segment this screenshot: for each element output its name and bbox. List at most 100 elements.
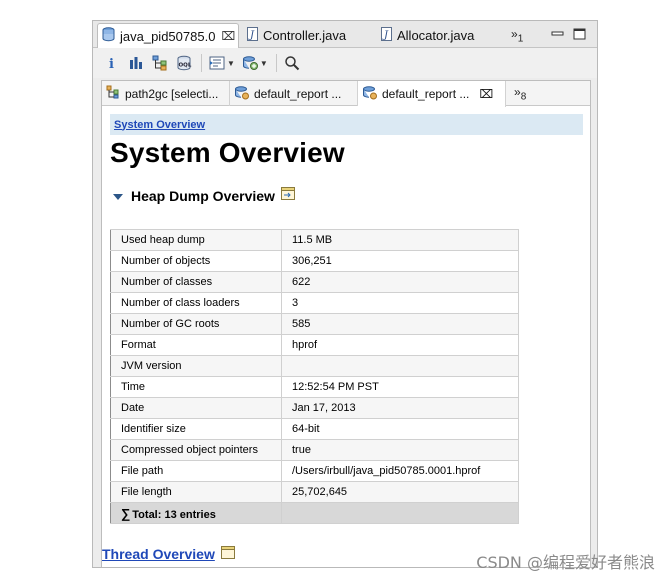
report-icon — [234, 85, 249, 103]
editor-tab-label: Allocator.java — [397, 28, 475, 43]
report-tab-default-report-2[interactable]: default_report ... ⌧ — [358, 81, 506, 107]
close-icon[interactable]: ⌧ — [479, 87, 493, 101]
histogram-icon[interactable] — [127, 54, 145, 72]
table-cell-key: Compressed object pointers — [110, 439, 282, 461]
table-cell-value: 622 — [281, 271, 519, 293]
run-report-icon[interactable] — [208, 54, 226, 72]
report-pane: path2gc [selecti... default_report ... d… — [101, 80, 591, 567]
editor-tab-label: Controller.java — [263, 28, 347, 43]
table-row[interactable]: Number of objects 306,251 — [110, 250, 519, 272]
section-title: Heap Dump Overview — [131, 188, 275, 204]
table-cell-key: File length — [110, 481, 282, 503]
table-cell-value: 12:52:54 PM PST — [281, 376, 519, 398]
table-row[interactable]: Date Jan 17, 2013 — [110, 397, 519, 419]
svg-text:OQL: OQL — [179, 63, 192, 69]
table-cell-key: Number of objects — [110, 250, 282, 272]
expand-triangle-icon[interactable] — [113, 194, 123, 200]
table-row[interactable]: Time 12:52:54 PM PST — [110, 376, 519, 398]
query-browser-icon[interactable] — [241, 54, 259, 72]
table-cell-value: 306,251 — [281, 250, 519, 272]
report-tab-bar: path2gc [selecti... default_report ... d… — [102, 81, 590, 107]
table-cell-value: Jan 17, 2013 — [281, 397, 519, 419]
open-in-tab-icon[interactable] — [220, 546, 235, 562]
report-tab-path2gc[interactable]: path2gc [selecti... — [102, 81, 230, 106]
table-cell-key: JVM version — [110, 355, 282, 377]
table-row[interactable]: Compressed object pointers true — [110, 439, 519, 461]
breadcrumb-link-system-overview[interactable]: System Overview — [114, 119, 205, 131]
report-tab-default-report-1[interactable]: default_report ... — [230, 81, 358, 106]
search-icon[interactable] — [283, 54, 301, 72]
report-content: System Overview System Overview Heap Dum… — [102, 107, 590, 567]
editor-tab-bar: java_pid50785.0 ⌧ J Controller.java J Al… — [93, 21, 597, 48]
svg-text:i: i — [109, 57, 114, 71]
section-title: Thread Overview — [102, 546, 215, 562]
sigma-icon: ∑ — [121, 505, 131, 521]
overflow-chevron-icon: » — [514, 85, 521, 99]
report-tab-label: default_report ... — [382, 87, 470, 101]
table-cell-value: 64-bit — [281, 418, 519, 440]
table-total-cell: ∑ Total: 13 entries — [110, 502, 282, 524]
table-cell-value: hprof — [281, 334, 519, 356]
table-cell-key: Date — [110, 397, 282, 419]
java-file-icon: J — [381, 27, 392, 44]
table-row[interactable]: Identifier size 64-bit — [110, 418, 519, 440]
table-row[interactable]: Format hprof — [110, 334, 519, 356]
overflow-count: 8 — [520, 91, 527, 103]
table-row[interactable]: JVM version — [110, 355, 519, 377]
oql-icon[interactable]: OQL — [175, 54, 193, 72]
open-in-tab-icon[interactable] — [280, 187, 295, 205]
table-cell-key: File path — [110, 460, 282, 482]
table-cell-key: Number of GC roots — [110, 313, 282, 335]
table-row[interactable]: Number of class loaders 3 — [110, 292, 519, 314]
chevron-down-icon[interactable]: ▼ — [260, 59, 268, 68]
table-row[interactable]: Used heap dump 11.5 MB — [110, 229, 519, 251]
table-row[interactable]: File path/Users/irbull/java_pid50785.000… — [110, 460, 519, 482]
dominator-tree-icon[interactable] — [151, 54, 169, 72]
toolbar-separator — [275, 54, 277, 72]
info-icon[interactable]: i — [103, 54, 121, 72]
path-tree-icon — [106, 85, 120, 102]
editor-tab-controller[interactable]: J Controller.java — [243, 23, 346, 48]
maximize-icon[interactable] — [573, 27, 586, 40]
table-cell-key: Time — [110, 376, 282, 398]
table-cell-value — [281, 355, 519, 377]
table-cell-key: Used heap dump — [110, 229, 282, 251]
table-cell-value: true — [281, 439, 519, 461]
section-heap-dump-overview[interactable]: Heap Dump Overview — [113, 187, 590, 205]
table-cell-key: Number of classes — [110, 271, 282, 293]
editor-tab-allocator[interactable]: J Allocator.java — [377, 23, 474, 48]
report-tab-overflow[interactable]: »8 — [514, 85, 526, 102]
toolbar-separator — [201, 54, 202, 72]
table-cell-key: Format — [110, 334, 282, 356]
table-row[interactable]: Number of classes 622 — [110, 271, 519, 293]
svg-text:J: J — [248, 30, 255, 41]
minimize-icon[interactable] — [551, 27, 564, 39]
table-cell-key: Identifier size — [110, 418, 282, 440]
table-row[interactable]: Number of GC roots 585 — [110, 313, 519, 335]
chevron-down-icon[interactable]: ▼ — [227, 59, 235, 68]
java-file-icon: J — [247, 27, 258, 44]
table-cell-value: /Users/irbull/java_pid50785.0001.hprof — [281, 460, 519, 482]
editor-tab-heap-dump[interactable]: java_pid50785.0 ⌧ — [97, 23, 239, 48]
table-cell-value: 585 — [281, 313, 519, 335]
overflow-chevron-icon: » — [511, 27, 518, 41]
heap-dump-icon — [102, 27, 115, 45]
editor-window: java_pid50785.0 ⌧ J Controller.java J Al… — [92, 20, 598, 568]
overflow-count: 1 — [517, 33, 524, 45]
table-cell-value: 3 — [281, 292, 519, 314]
table-cell-value: 11.5 MB — [281, 229, 519, 251]
page-title: System Overview — [110, 137, 345, 168]
breadcrumb: System Overview — [110, 114, 583, 135]
close-icon[interactable]: ⌧ — [221, 29, 235, 43]
watermark: CSDN @编程爱好者熊浪 — [476, 553, 655, 572]
table-total-row: ∑ Total: 13 entries — [110, 502, 519, 524]
table-row[interactable]: File length 25,702,645 — [110, 481, 519, 503]
report-icon — [362, 85, 377, 103]
report-tab-label: default_report ... — [254, 86, 342, 101]
report-tab-label: path2gc [selecti... — [125, 86, 219, 101]
editor-tab-overflow[interactable]: »1 — [511, 27, 523, 44]
table-cell-value: 25,702,645 — [281, 481, 519, 503]
svg-text:J: J — [382, 30, 389, 41]
table-cell-key: Number of class loaders — [110, 292, 282, 314]
toolbar: i OQL ▼ ▼ — [93, 48, 597, 78]
